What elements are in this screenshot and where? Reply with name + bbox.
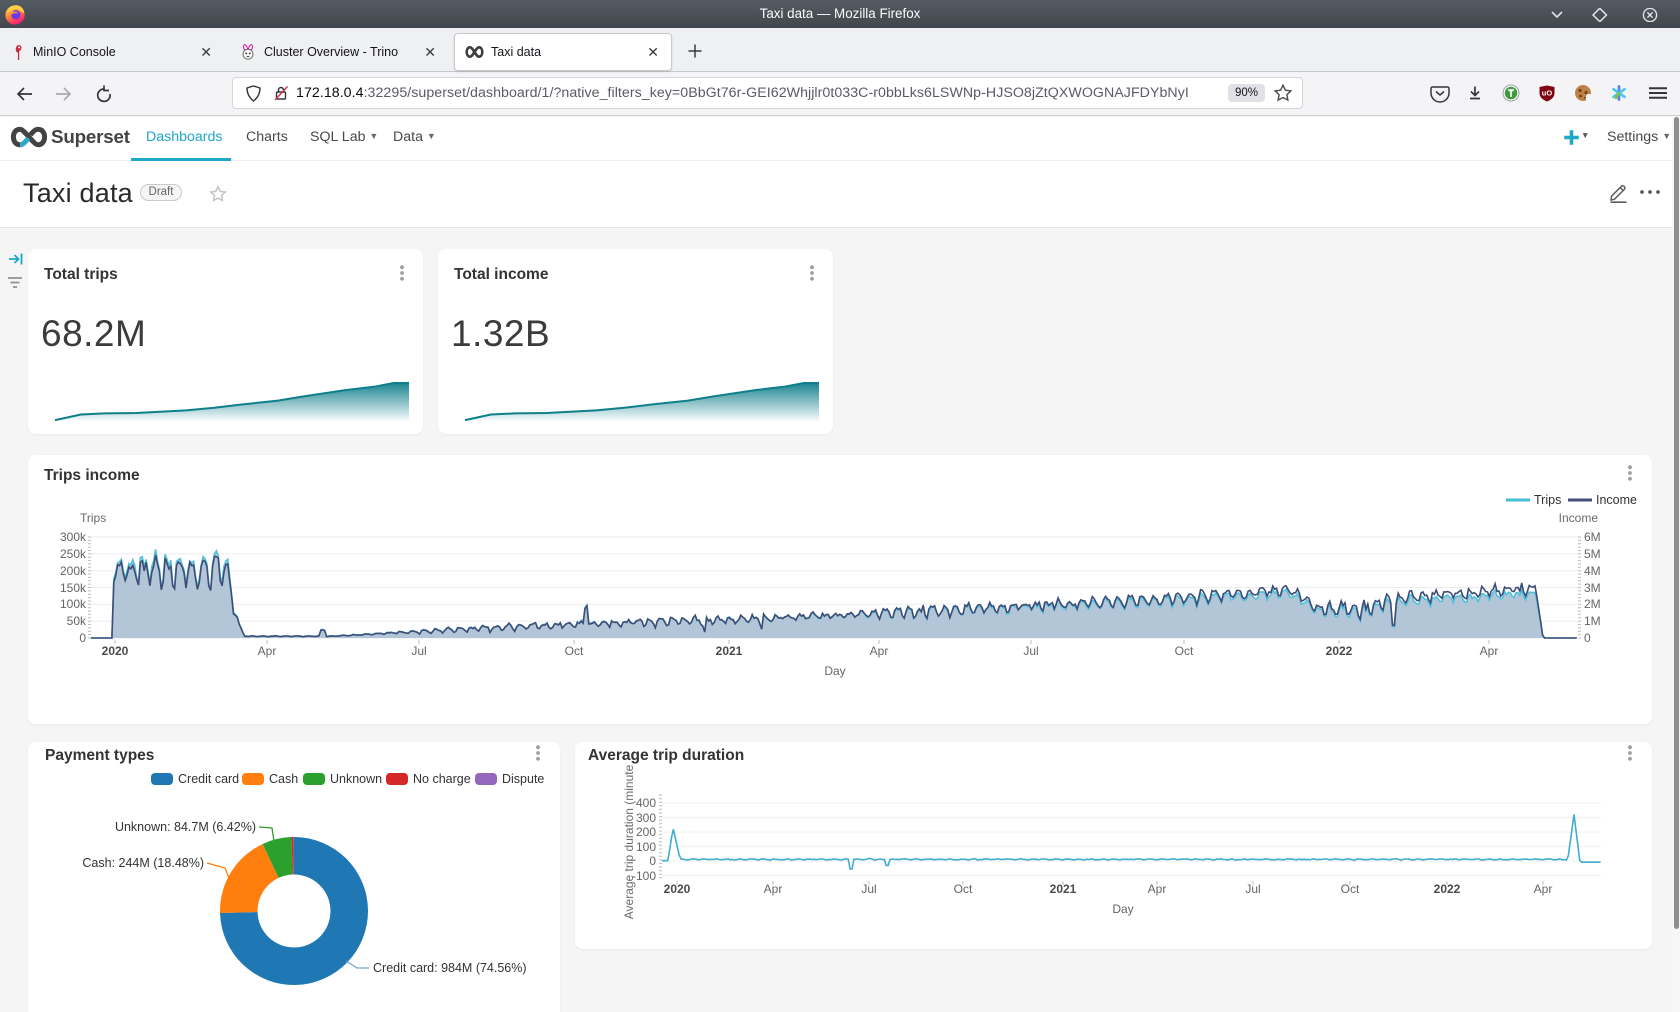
svg-text:Apr: Apr xyxy=(258,644,277,658)
svg-text:Oct: Oct xyxy=(565,644,584,658)
svg-text:Trips: Trips xyxy=(1534,493,1561,507)
svg-text:Trips: Trips xyxy=(80,511,106,525)
svg-text:400: 400 xyxy=(636,796,656,810)
svg-text:2020: 2020 xyxy=(102,644,129,658)
svg-text:4M: 4M xyxy=(1584,564,1601,578)
svg-text:Day: Day xyxy=(824,664,845,678)
svg-text:1M: 1M xyxy=(1584,614,1601,628)
svg-text:300: 300 xyxy=(636,811,656,825)
svg-text:Unknown: 84.7M (6.42%): Unknown: 84.7M (6.42%) xyxy=(115,820,256,834)
svg-text:3M: 3M xyxy=(1584,581,1601,595)
svg-text:150k: 150k xyxy=(60,581,87,595)
svg-text:50k: 50k xyxy=(67,614,87,628)
svg-text:300k: 300k xyxy=(60,530,87,544)
svg-text:Oct: Oct xyxy=(1175,644,1194,658)
svg-text:Day: Day xyxy=(1112,902,1133,916)
svg-text:100k: 100k xyxy=(60,597,87,611)
svg-text:Credit card: Credit card xyxy=(178,772,239,786)
svg-text:200k: 200k xyxy=(60,564,87,578)
svg-text:Apr: Apr xyxy=(1480,644,1499,658)
svg-text:0: 0 xyxy=(79,631,86,645)
svg-text:Cash: Cash xyxy=(269,772,298,786)
svg-text:0: 0 xyxy=(1584,631,1591,645)
svg-text:Apr: Apr xyxy=(870,644,889,658)
svg-text:Jul: Jul xyxy=(1023,644,1038,658)
svg-text:5M: 5M xyxy=(1584,547,1601,561)
svg-text:250k: 250k xyxy=(60,547,87,561)
svg-text:Jul: Jul xyxy=(411,644,426,658)
svg-text:Average trip duration (minute: Average trip duration (minute xyxy=(622,764,636,919)
svg-text:Income: Income xyxy=(1596,493,1637,507)
svg-text:2M: 2M xyxy=(1584,597,1601,611)
svg-text:200: 200 xyxy=(636,825,656,839)
svg-text:Cash: 244M (18.48%): Cash: 244M (18.48%) xyxy=(82,856,204,870)
svg-text:6M: 6M xyxy=(1584,530,1601,544)
svg-text:Credit card: 984M (74.56%): Credit card: 984M (74.56%) xyxy=(373,961,527,975)
svg-text:Dispute: Dispute xyxy=(502,772,544,786)
svg-text:2022: 2022 xyxy=(1326,644,1353,658)
svg-text:-100: -100 xyxy=(632,869,656,883)
svg-text:100: 100 xyxy=(636,840,656,854)
svg-text:0: 0 xyxy=(649,854,656,868)
svg-text:2021: 2021 xyxy=(716,644,743,658)
svg-text:Income: Income xyxy=(1559,511,1599,525)
svg-text:uO: uO xyxy=(1542,89,1553,98)
svg-text:No charge: No charge xyxy=(413,772,471,786)
svg-text:Unknown: Unknown xyxy=(330,772,382,786)
